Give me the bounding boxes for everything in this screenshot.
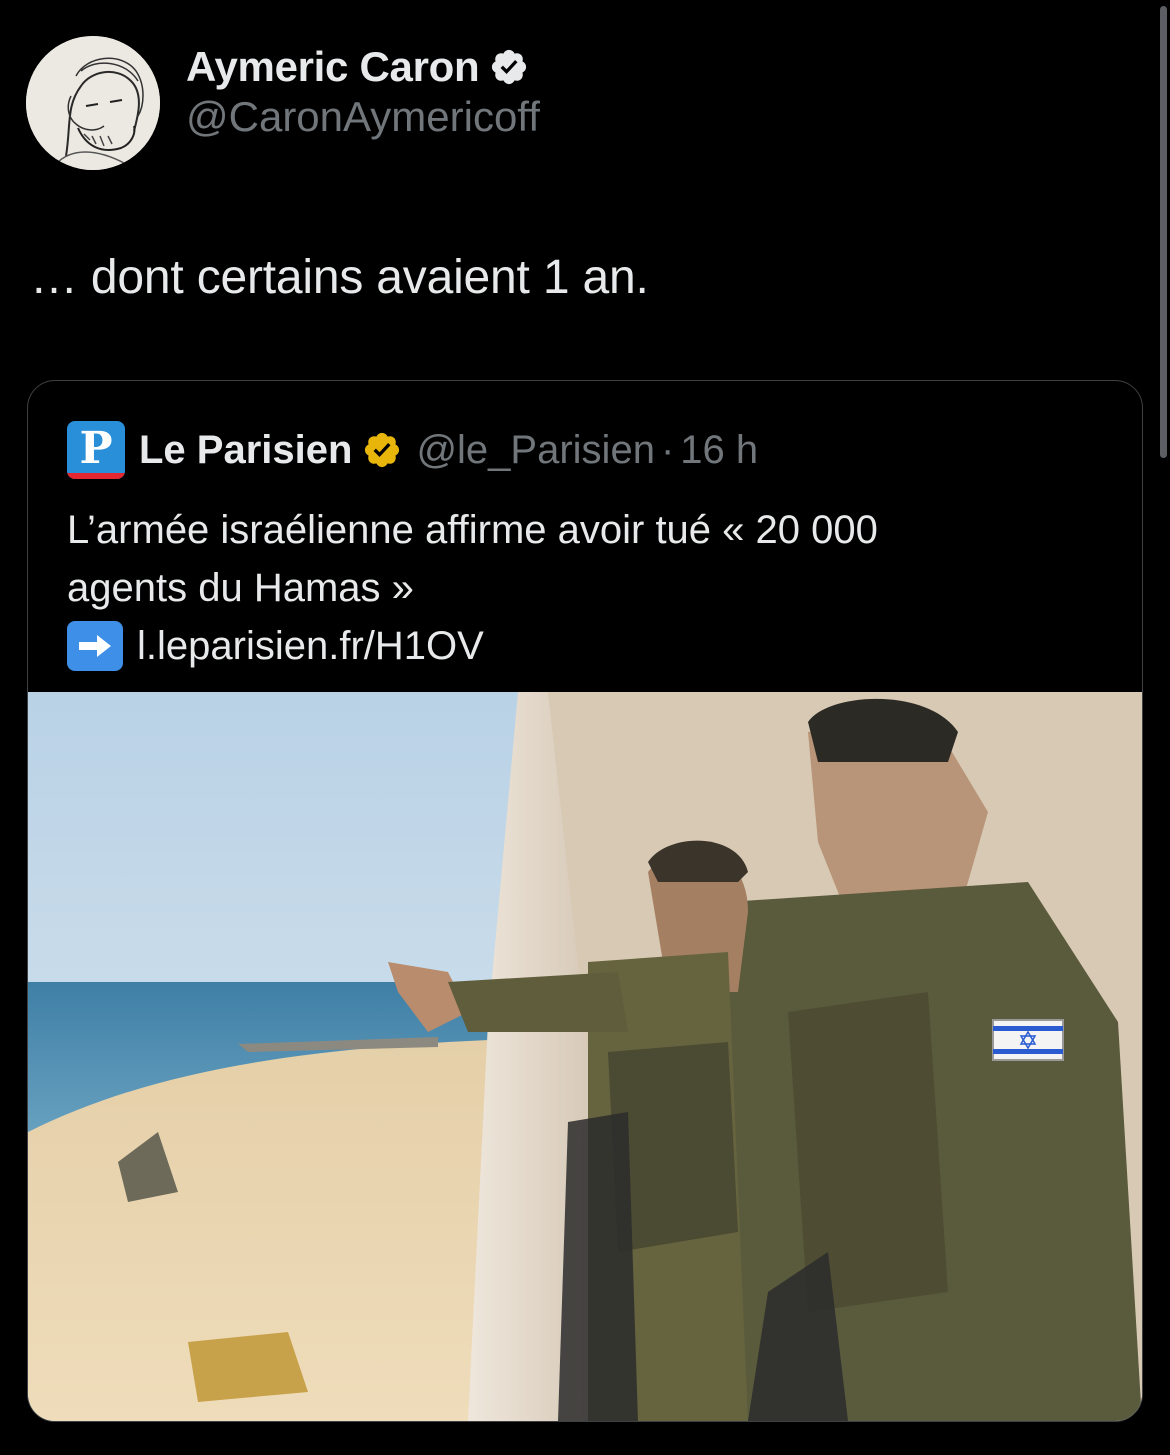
quoted-handle[interactable]: @le_Parisien: [416, 428, 655, 473]
quoted-display-name[interactable]: Le Parisien: [139, 428, 352, 473]
right-arrow-emoji-icon: [67, 621, 123, 671]
handle[interactable]: @CaronAymericoff: [186, 93, 540, 141]
tweet-author[interactable]: Aymeric Caron @CaronAymericoff: [26, 36, 540, 170]
quoted-tweet[interactable]: P Le Parisien @le_Parisien · 16 h L’armé…: [27, 380, 1143, 1422]
verified-badge-icon[interactable]: [489, 47, 529, 87]
timestamp[interactable]: 16 h: [680, 428, 758, 473]
verified-gold-badge-icon[interactable]: [362, 430, 402, 470]
display-name[interactable]: Aymeric Caron: [186, 43, 480, 91]
avatar[interactable]: [26, 36, 160, 170]
quoted-text-line-1: L’armée israélienne affirme avoir tué « …: [67, 508, 878, 552]
article-photo[interactable]: [28, 692, 1142, 1421]
scrollbar-thumb[interactable]: [1160, 6, 1167, 458]
le-parisien-logo-icon[interactable]: P: [67, 421, 125, 479]
article-link[interactable]: l.leparisien.fr/H1OV: [137, 617, 484, 675]
quoted-tweet-header: P Le Parisien @le_Parisien · 16 h: [67, 421, 758, 479]
quoted-text-line-2: agents du Hamas »: [67, 566, 414, 610]
tweet-text: … dont certains avaient 1 an.: [30, 251, 649, 304]
separator-dot: ·: [660, 427, 675, 472]
scrollbar[interactable]: [1154, 0, 1170, 1455]
quoted-tweet-text: L’armée israélienne affirme avoir tué « …: [67, 501, 1107, 675]
